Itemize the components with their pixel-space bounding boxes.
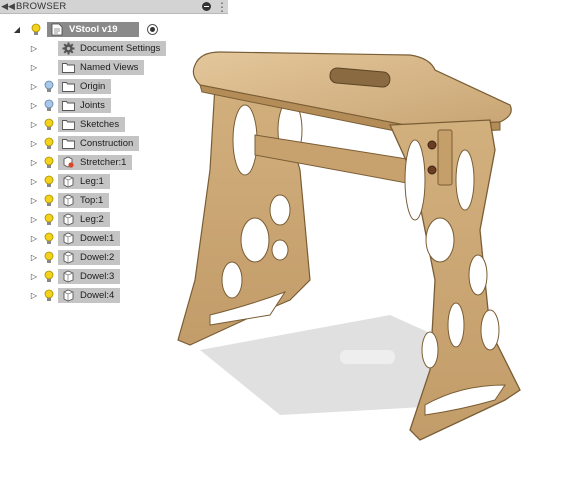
browser-item-label: Dowel:3 [80, 271, 115, 282]
browser-item-label: Joints [80, 100, 105, 111]
browser-item[interactable]: ▷ Dowel:3 [29, 268, 121, 285]
expand-arrow-icon[interactable]: ▷ [29, 177, 39, 186]
browser-title: BROWSER [16, 1, 67, 12]
browser-item[interactable]: ▷ Dowel:4 [29, 287, 121, 304]
visibility-bulb-icon[interactable] [42, 156, 56, 170]
component-icon [60, 213, 76, 227]
root-plate[interactable]: VStool v19 [47, 22, 139, 37]
browser-item-plate[interactable]: Leg:2 [58, 212, 110, 227]
browser-item-plate[interactable]: Sketches [58, 117, 126, 132]
folder-icon [60, 80, 76, 94]
browser-item[interactable]: ▷ Leg:1 [29, 173, 110, 190]
browser-item-plate[interactable]: Construction [58, 136, 140, 151]
browser-item-plate[interactable]: Top:1 [58, 193, 110, 208]
visibility-bulb-icon[interactable] [42, 194, 56, 208]
visibility-bulb-icon[interactable] [42, 232, 56, 246]
browser-item-plate[interactable]: Named Views [58, 60, 145, 75]
visibility-bulb-icon [42, 61, 56, 75]
browser-item-plate[interactable]: Leg:1 [58, 174, 110, 189]
shadow-slot [340, 350, 395, 364]
component-icon [60, 194, 76, 208]
browser-panel-header: ◀◀ BROWSER ⋮ [0, 0, 228, 14]
expand-arrow-icon[interactable]: ▷ [29, 44, 39, 53]
browser-item-label: Dowel:4 [80, 290, 115, 301]
browser-item-plate[interactable]: Dowel:3 [58, 269, 121, 284]
browser-item-label: Origin [80, 81, 106, 92]
collapse-panel-icon[interactable] [202, 2, 211, 11]
activate-radio-icon[interactable] [147, 24, 158, 35]
browser-item-label: Sketches [80, 119, 120, 130]
browser-item-label: Named Views [80, 62, 139, 73]
gear-icon [60, 42, 76, 56]
browser-item[interactable]: ▷ Stretcher:1 [29, 154, 133, 171]
expand-triangle-icon[interactable]: ◢ [12, 25, 22, 34]
visibility-bulb-icon[interactable] [42, 213, 56, 227]
browser-item-label: Dowel:1 [80, 233, 115, 244]
browser-item-label: Document Settings [80, 43, 161, 54]
folder-icon [60, 61, 76, 75]
expand-arrow-icon[interactable]: ▷ [29, 158, 39, 167]
expand-arrow-icon[interactable]: ▷ [29, 272, 39, 281]
browser-root-row[interactable]: ◢ VStool v19 [12, 21, 158, 38]
browser-item-label: Leg:2 [80, 214, 104, 225]
model-viewport[interactable] [160, 30, 535, 450]
expand-arrow-icon[interactable]: ▷ [29, 253, 39, 262]
browser-item[interactable]: ▷ Joints [29, 97, 111, 114]
component-icon [60, 232, 76, 246]
component-icon [60, 289, 76, 303]
visibility-bulb-icon[interactable] [42, 118, 56, 132]
double-chevron-left-icon[interactable]: ◀◀ [0, 1, 16, 12]
component-link-icon [60, 156, 76, 170]
visibility-bulb-icon [42, 42, 56, 56]
visibility-bulb-icon[interactable] [42, 99, 56, 113]
browser-item-label: Dowel:2 [80, 252, 115, 263]
expand-arrow-icon[interactable]: ▷ [29, 196, 39, 205]
browser-item-label: Top:1 [80, 195, 104, 206]
expand-arrow-icon[interactable]: ▷ [29, 63, 39, 72]
browser-item-plate[interactable]: Stretcher:1 [58, 155, 133, 170]
browser-item-plate[interactable]: Origin [58, 79, 112, 94]
browser-item-plate[interactable]: Dowel:4 [58, 288, 121, 303]
folder-icon [60, 118, 76, 132]
browser-item[interactable]: ▷ Dowel:2 [29, 249, 121, 266]
browser-item-plate[interactable]: Dowel:1 [58, 231, 121, 246]
browser-item[interactable]: ▷ Origin [29, 78, 112, 95]
browser-item-plate[interactable]: Joints [58, 98, 111, 113]
visibility-bulb-icon[interactable] [29, 23, 43, 37]
expand-arrow-icon[interactable]: ▷ [29, 101, 39, 110]
component-icon [60, 270, 76, 284]
browser-item[interactable]: ▷ Leg:2 [29, 211, 110, 228]
visibility-bulb-icon[interactable] [42, 80, 56, 94]
component-icon [60, 251, 76, 265]
expand-arrow-icon[interactable]: ▷ [29, 234, 39, 243]
browser-item-label: Stretcher:1 [80, 157, 127, 168]
component-icon [60, 175, 76, 189]
browser-item-plate[interactable]: Dowel:2 [58, 250, 121, 265]
browser-item[interactable]: ▷ Sketches [29, 116, 126, 133]
document-icon [49, 23, 65, 37]
expand-arrow-icon[interactable]: ▷ [29, 82, 39, 91]
browser-item[interactable]: ▷ Document Settings [29, 40, 167, 57]
browser-item-label: Leg:1 [80, 176, 104, 187]
folder-icon [60, 137, 76, 151]
visibility-bulb-icon[interactable] [42, 137, 56, 151]
visibility-bulb-icon[interactable] [42, 289, 56, 303]
browser-item[interactable]: ▷ Construction [29, 135, 140, 152]
expand-arrow-icon[interactable]: ▷ [29, 120, 39, 129]
visibility-bulb-icon[interactable] [42, 175, 56, 189]
browser-item-label: Construction [80, 138, 134, 149]
panel-options-icon[interactable]: ⋮ [216, 1, 228, 13]
expand-arrow-icon[interactable]: ▷ [29, 139, 39, 148]
expand-arrow-icon[interactable]: ▷ [29, 291, 39, 300]
browser-item-plate[interactable]: Document Settings [58, 41, 167, 56]
root-label: VStool v19 [69, 24, 118, 35]
browser-item[interactable]: ▷ Dowel:1 [29, 230, 121, 247]
browser-item[interactable]: ▷ Named Views [29, 59, 145, 76]
visibility-bulb-icon[interactable] [42, 251, 56, 265]
expand-arrow-icon[interactable]: ▷ [29, 215, 39, 224]
visibility-bulb-icon[interactable] [42, 270, 56, 284]
browser-item[interactable]: ▷ Top:1 [29, 192, 110, 209]
folder-icon [60, 99, 76, 113]
